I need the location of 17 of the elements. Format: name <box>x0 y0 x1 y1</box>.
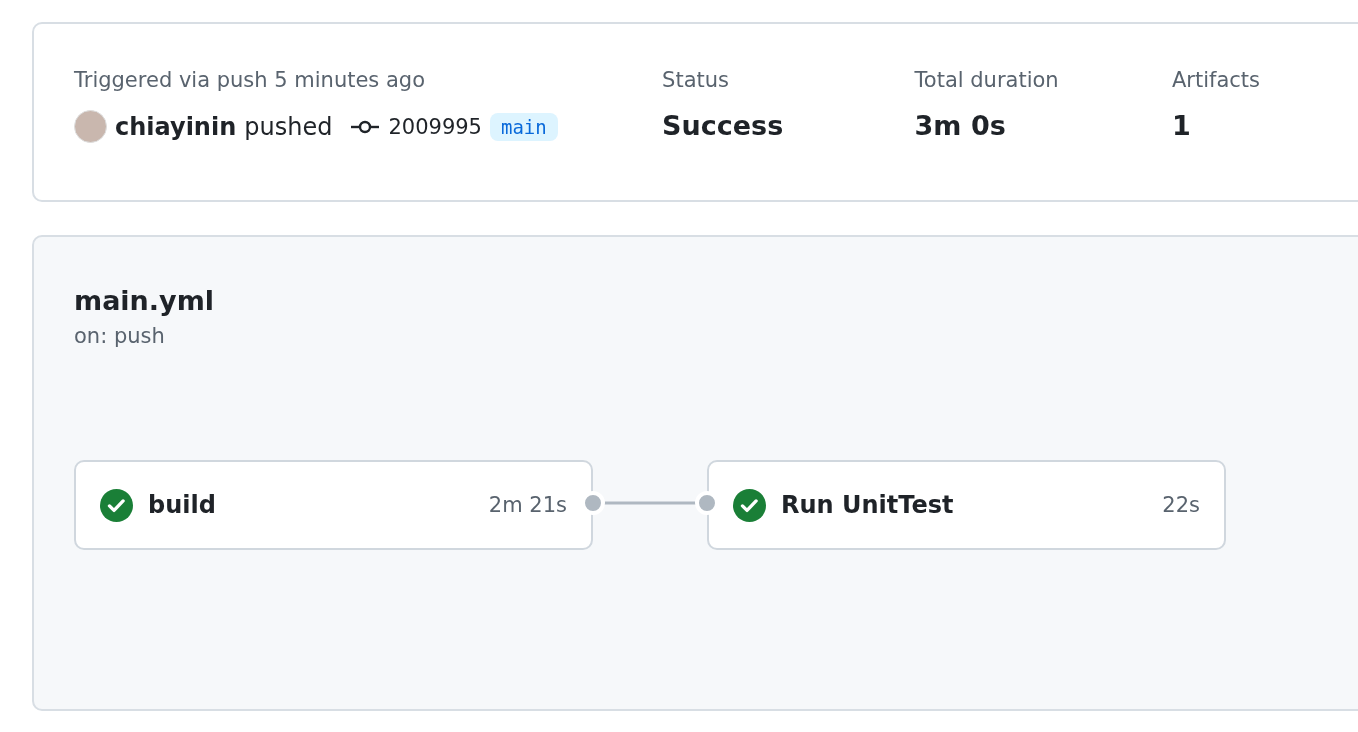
workflow-trigger: on: push <box>74 324 165 348</box>
job-card[interactable]: Run UnitTest 22s <box>707 460 1226 550</box>
workflow-title: main.yml <box>74 285 215 316</box>
job-card[interactable]: build 2m 21s <box>74 460 593 550</box>
actor-link[interactable]: chiayinin <box>115 112 237 141</box>
summary-value: 1 <box>1172 110 1192 141</box>
commit-link[interactable]: 2009995 <box>350 114 482 139</box>
summary-value: Success <box>662 110 785 141</box>
commit-icon <box>350 118 381 135</box>
avatar <box>74 110 107 143</box>
summary-label: Status <box>662 68 730 92</box>
action-text: pushed <box>244 112 333 141</box>
trigger-text: Triggered via push 5 minutes ago <box>74 68 427 92</box>
summary-label: Artifacts <box>1172 68 1262 92</box>
summary-label: Total duration <box>914 68 1060 92</box>
summary-value: 3m 0s <box>914 110 1007 141</box>
branch-label[interactable]: main <box>489 112 558 141</box>
